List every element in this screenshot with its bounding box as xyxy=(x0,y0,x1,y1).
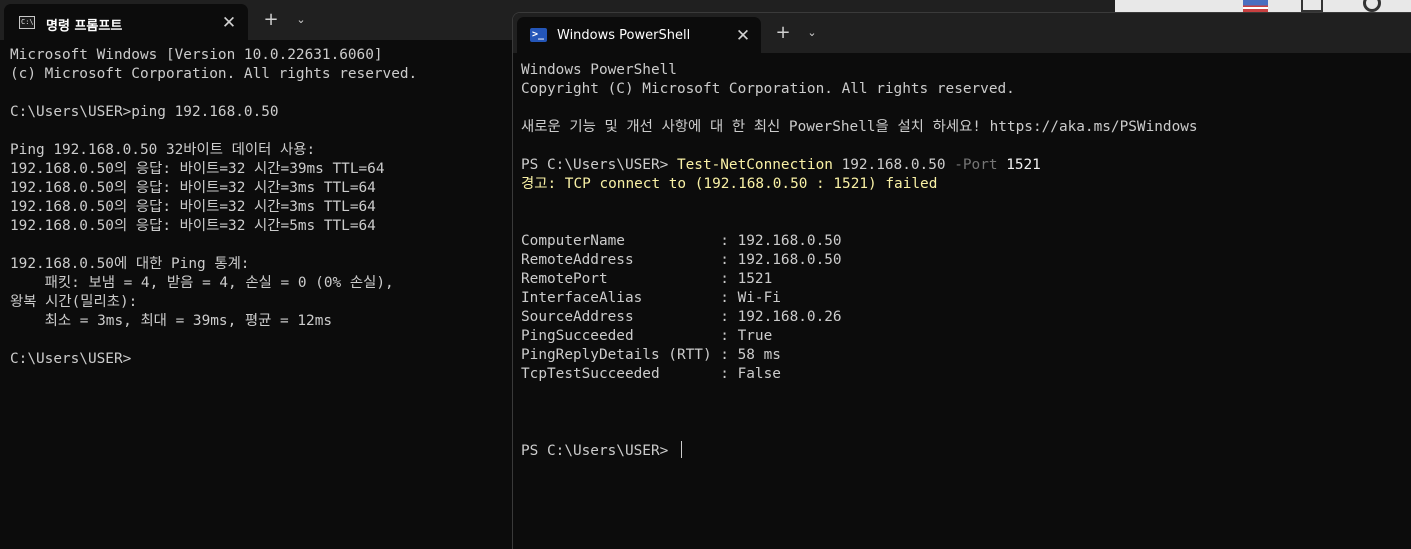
final-prompt: PS C:\Users\USER> xyxy=(521,443,677,459)
result-key: RemotePort xyxy=(521,271,608,287)
prompt: PS C:\Users\USER> xyxy=(521,157,677,173)
window-icon xyxy=(1301,0,1323,12)
result-row: PingSucceeded : True xyxy=(521,328,773,344)
command-param: -Port xyxy=(954,157,998,173)
cmd-line: 192.168.0.50의 응답: 바이트=32 시간=5ms TTL=64 xyxy=(10,218,376,234)
powershell-title-bar[interactable]: >_ Windows PowerShell ✕ + ⌄ xyxy=(513,13,1411,53)
result-row: PingReplyDetails (RTT) : 58 ms xyxy=(521,347,781,363)
result-row: InterfaceAlias : Wi-Fi xyxy=(521,290,781,306)
tab-title: 명령 프롬프트 xyxy=(46,19,123,34)
result-value: 192.168.0.50 xyxy=(737,233,842,249)
cmd-output[interactable]: Microsoft Windows [Version 10.0.22631.60… xyxy=(10,46,417,369)
dropdown-button[interactable]: ⌄ xyxy=(292,11,310,29)
result-row: SourceAddress : 192.168.0.26 xyxy=(521,309,842,325)
cmd-line: 192.168.0.50의 응답: 바이트=32 시간=39ms TTL=64 xyxy=(10,161,385,177)
result-row: ComputerName : 192.168.0.50 xyxy=(521,233,842,249)
result-value: 192.168.0.26 xyxy=(737,309,842,325)
tab-title: Windows PowerShell xyxy=(557,28,691,43)
cmd-line: 192.168.0.50에 대한 Ping 통계: xyxy=(10,256,250,272)
tab-command-prompt[interactable]: C:\ 명령 프롬프트 ✕ xyxy=(4,4,248,40)
cmd-line: Microsoft Windows [Version 10.0.22631.60… xyxy=(10,47,383,63)
result-table: ComputerName : 192.168.0.50 RemoteAddres… xyxy=(521,233,842,382)
new-tab-button[interactable]: + xyxy=(772,22,794,44)
result-key: TcpTestSucceeded xyxy=(521,366,660,382)
result-key: SourceAddress xyxy=(521,309,634,325)
cmd-line: C:\Users\USER> xyxy=(10,351,132,367)
cmd-line: 패킷: 보냄 = 4, 받음 = 4, 손실 = 0 (0% 손실), xyxy=(10,275,394,291)
command-arg: 192.168.0.50 xyxy=(832,157,955,173)
result-row: RemoteAddress : 192.168.0.50 xyxy=(521,252,842,268)
banner-line-2: Copyright (C) Microsoft Corporation. All… xyxy=(521,81,1015,97)
cmd-line: 192.168.0.50의 응답: 바이트=32 시간=3ms TTL=64 xyxy=(10,199,376,215)
warning-line: 경고: TCP connect to (192.168.0.50 : 1521)… xyxy=(521,176,938,192)
close-tab-button[interactable]: ✕ xyxy=(733,26,753,46)
cmd-line: C:\Users\USER>ping 192.168.0.50 xyxy=(10,104,279,120)
tab-windows-powershell[interactable]: >_ Windows PowerShell ✕ xyxy=(517,17,761,53)
powershell-icon: >_ xyxy=(530,28,547,42)
flag-icon xyxy=(1243,0,1268,12)
result-key: ComputerName xyxy=(521,233,625,249)
close-tab-button[interactable]: ✕ xyxy=(219,13,239,33)
cmd-line: (c) Microsoft Corporation. All rights re… xyxy=(10,66,418,82)
result-row: RemotePort : 1521 xyxy=(521,271,773,287)
cmd-line: 왕복 시간(밀리초): xyxy=(10,294,138,310)
result-value: True xyxy=(737,328,773,344)
banner-line-1: Windows PowerShell xyxy=(521,62,677,78)
cmd-line: 192.168.0.50의 응답: 바이트=32 시간=3ms TTL=64 xyxy=(10,180,376,196)
result-key: PingReplyDetails (RTT) xyxy=(521,347,712,363)
result-value: 58 ms xyxy=(737,347,781,363)
powershell-output[interactable]: Windows PowerShell Copyright (C) Microso… xyxy=(521,61,1198,461)
cmd-line: Ping 192.168.0.50 32바이트 데이터 사용: xyxy=(10,142,316,158)
result-value: False xyxy=(737,366,781,382)
result-value: 1521 xyxy=(737,271,773,287)
result-key: RemoteAddress xyxy=(521,252,634,268)
result-value: 192.168.0.50 xyxy=(737,252,842,268)
command-param-value: 1521 xyxy=(997,157,1041,173)
cmd-icon: C:\ xyxy=(19,16,35,29)
new-tab-button[interactable]: + xyxy=(260,9,282,31)
result-key: InterfaceAlias xyxy=(521,290,643,306)
cmdlet: Test-NetConnection xyxy=(676,157,833,173)
cmd-line: 최소 = 3ms, 최대 = 39ms, 평균 = 12ms xyxy=(10,313,333,329)
text-cursor xyxy=(680,441,682,458)
cmd-window[interactable]: C:\ 명령 프롬프트 ✕ + ⌄ Microsoft Windows [Ver… xyxy=(0,0,1411,549)
powershell-window[interactable]: >_ Windows PowerShell ✕ + ⌄ Windows Powe… xyxy=(512,12,1411,549)
result-value: Wi-Fi xyxy=(737,290,781,306)
banner-line-upgrade: 새로운 기능 및 개선 사항에 대 한 최신 PowerShell을 설치 하세… xyxy=(521,119,1198,135)
result-row: TcpTestSucceeded : False xyxy=(521,366,781,382)
result-key: PingSucceeded xyxy=(521,328,634,344)
dropdown-button[interactable]: ⌄ xyxy=(803,24,821,42)
